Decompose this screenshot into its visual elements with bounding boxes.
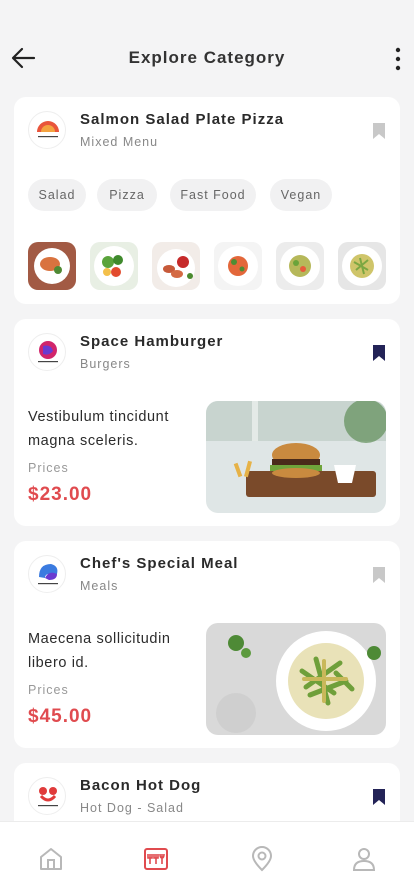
card-subtitle: Meals bbox=[80, 579, 119, 593]
item-price: $23.00 bbox=[28, 484, 93, 505]
nav-menu[interactable] bbox=[143, 846, 169, 872]
thumbnail-salmon-plate[interactable] bbox=[28, 242, 76, 290]
price-label: Prices bbox=[28, 461, 69, 475]
bookmark-button[interactable] bbox=[372, 788, 386, 806]
bookmark-button[interactable] bbox=[372, 344, 386, 362]
menu-item-card[interactable]: Chef's Special Meal Meals Maecena sollic… bbox=[14, 541, 400, 748]
menu-icon bbox=[144, 848, 168, 870]
card-subtitle: Hot Dog - Salad bbox=[80, 801, 184, 815]
featured-category-card[interactable]: Salmon Salad Plate Pizza Mixed Menu Sala… bbox=[14, 97, 400, 304]
thumbnail-pasta-dish[interactable] bbox=[214, 242, 262, 290]
card-subtitle: Mixed Menu bbox=[80, 135, 159, 149]
item-description: Maecena sollicitudin libero id. bbox=[28, 631, 171, 671]
home-icon bbox=[40, 848, 62, 870]
bookmark-button[interactable] bbox=[372, 122, 386, 140]
bookmark-icon bbox=[373, 345, 385, 361]
chip-vegan[interactable]: Vegan bbox=[270, 179, 332, 211]
bookmark-button[interactable] bbox=[372, 566, 386, 584]
chip-salad[interactable]: Salad bbox=[28, 179, 86, 211]
profile-icon bbox=[352, 848, 376, 871]
burger-image[interactable] bbox=[206, 401, 386, 513]
item-price: $45.00 bbox=[28, 706, 93, 727]
restaurant-logo bbox=[28, 111, 66, 149]
restaurant-logo bbox=[28, 333, 66, 371]
card-title: Chef's Special Meal bbox=[80, 555, 239, 572]
menu-item-card[interactable]: Space Hamburger Burgers Vestibulum tinci… bbox=[14, 319, 400, 526]
price-label: Prices bbox=[28, 683, 69, 697]
nav-location[interactable] bbox=[249, 846, 275, 872]
item-description: Vestibulum tincidunt magna sceleris. bbox=[28, 409, 169, 449]
nav-profile[interactable] bbox=[351, 846, 377, 872]
pasta-image[interactable] bbox=[206, 623, 386, 735]
page-title: Explore Category bbox=[128, 48, 286, 67]
location-icon bbox=[251, 846, 273, 872]
thumbnail-pasta-penne[interactable] bbox=[338, 242, 386, 290]
header: Explore Category bbox=[0, 0, 414, 96]
card-subtitle: Burgers bbox=[80, 357, 131, 371]
card-title: Salmon Salad Plate Pizza bbox=[80, 111, 285, 128]
restaurant-logo bbox=[28, 555, 66, 593]
more-vertical-icon bbox=[395, 47, 401, 71]
bookmark-icon bbox=[373, 789, 385, 805]
card-title: Bacon Hot Dog bbox=[80, 777, 202, 794]
bottom-navigation bbox=[0, 821, 414, 896]
chip-pizza[interactable]: Pizza bbox=[97, 179, 157, 211]
nav-home[interactable] bbox=[38, 846, 64, 872]
card-title: Space Hamburger bbox=[80, 333, 224, 350]
bookmark-icon bbox=[373, 123, 385, 139]
thumbnail-pasta-green[interactable] bbox=[276, 242, 324, 290]
more-button[interactable] bbox=[392, 46, 404, 72]
thumbnail-green-salad[interactable] bbox=[90, 242, 138, 290]
bookmark-icon bbox=[373, 567, 385, 583]
thumbnail-shrimp-dish[interactable] bbox=[152, 242, 200, 290]
chip-fast-food[interactable]: Fast Food bbox=[170, 179, 256, 211]
restaurant-logo bbox=[28, 777, 66, 815]
